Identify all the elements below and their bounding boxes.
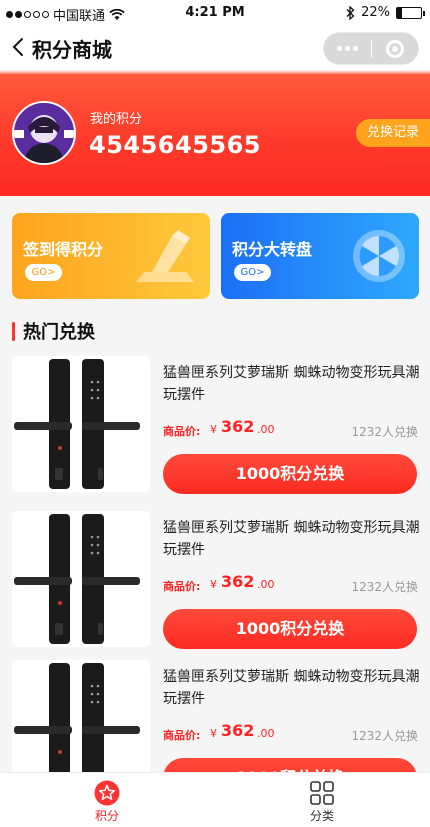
tab-category[interactable]: 分类: [292, 773, 352, 827]
checkin-go-button[interactable]: GO>: [25, 264, 62, 281]
redeem-button[interactable]: 1000积分兑换: [163, 454, 417, 494]
currency-symbol: ¥: [210, 423, 217, 436]
product-name: 猛兽匣系列艾萝瑞斯 蜘蛛动物变形玩具潮玩摆件: [163, 669, 420, 707]
product-price: 362: [221, 417, 255, 436]
checkin-card-title: 签到得积分: [23, 240, 104, 259]
miniprogram-capsule: [323, 32, 419, 65]
tab-points-label: 积分: [94, 809, 119, 823]
section-title: 热门兑换: [23, 322, 95, 343]
status-bar: 中国联通 4:21 PM 22%: [0, 0, 430, 26]
exchange-count: 1232人兑换: [351, 729, 418, 743]
page-title: 积分商城: [32, 38, 112, 62]
wheel-card-title: 积分大转盘: [232, 240, 313, 259]
exchange-count: 1232人兑换: [351, 580, 418, 594]
currency-symbol: ¥: [210, 727, 217, 740]
star-badge-icon: [94, 780, 120, 806]
points-value: 4545645565: [89, 131, 261, 159]
product-item[interactable]: 猛兽匣系列艾萝瑞斯 蜘蛛动物变形玩具潮玩摆件 商品价: ¥ 362 .00 12…: [0, 356, 430, 504]
product-item[interactable]: 猛兽匣系列艾萝瑞斯 蜘蛛动物变形玩具潮玩摆件 商品价: ¥ 362 .00 12…: [0, 511, 430, 659]
exchange-record-button[interactable]: 兑换记录: [356, 119, 430, 147]
wheel-go-button[interactable]: GO>: [234, 264, 271, 281]
product-image[interactable]: [12, 511, 150, 647]
product-image[interactable]: [12, 356, 150, 492]
battery-icon: [396, 6, 425, 19]
product-price-cents: .00: [257, 423, 275, 436]
close-icon[interactable]: [371, 39, 418, 58]
bluetooth-icon: [346, 5, 355, 20]
back-arrow-icon[interactable]: [10, 36, 28, 58]
nav-bar: 积分商城: [0, 26, 430, 70]
redeem-button[interactable]: 1000积分兑换: [163, 609, 417, 649]
currency-symbol: ¥: [210, 578, 217, 591]
tab-bar: 积分 分类: [0, 772, 430, 827]
price-label: 商品价:: [163, 425, 201, 438]
tab-category-label: 分类: [309, 809, 334, 823]
pencil-icon: [136, 230, 194, 282]
battery-percent: 22%: [361, 5, 390, 20]
checkin-card[interactable]: 签到得积分 GO>: [12, 213, 210, 299]
wheel-card[interactable]: 积分大转盘 GO>: [221, 213, 419, 299]
section-accent: [12, 322, 15, 341]
more-icon[interactable]: [324, 46, 371, 51]
product-price: 362: [221, 721, 255, 740]
grid-icon: [310, 781, 334, 805]
wheel-icon: [353, 230, 405, 282]
product-price: 362: [221, 572, 255, 591]
tab-points[interactable]: 积分: [77, 773, 137, 827]
exchange-count: 1232人兑换: [351, 425, 418, 439]
product-price-cents: .00: [257, 578, 275, 591]
my-points-label: 我的积分: [90, 112, 143, 127]
price-label: 商品价:: [163, 580, 201, 593]
product-price-cents: .00: [257, 727, 275, 740]
product-name: 猛兽匣系列艾萝瑞斯 蜘蛛动物变形玩具潮玩摆件: [163, 365, 420, 403]
avatar: [12, 101, 76, 165]
product-name: 猛兽匣系列艾萝瑞斯 蜘蛛动物变形玩具潮玩摆件: [163, 520, 420, 558]
price-label: 商品价:: [163, 729, 201, 742]
